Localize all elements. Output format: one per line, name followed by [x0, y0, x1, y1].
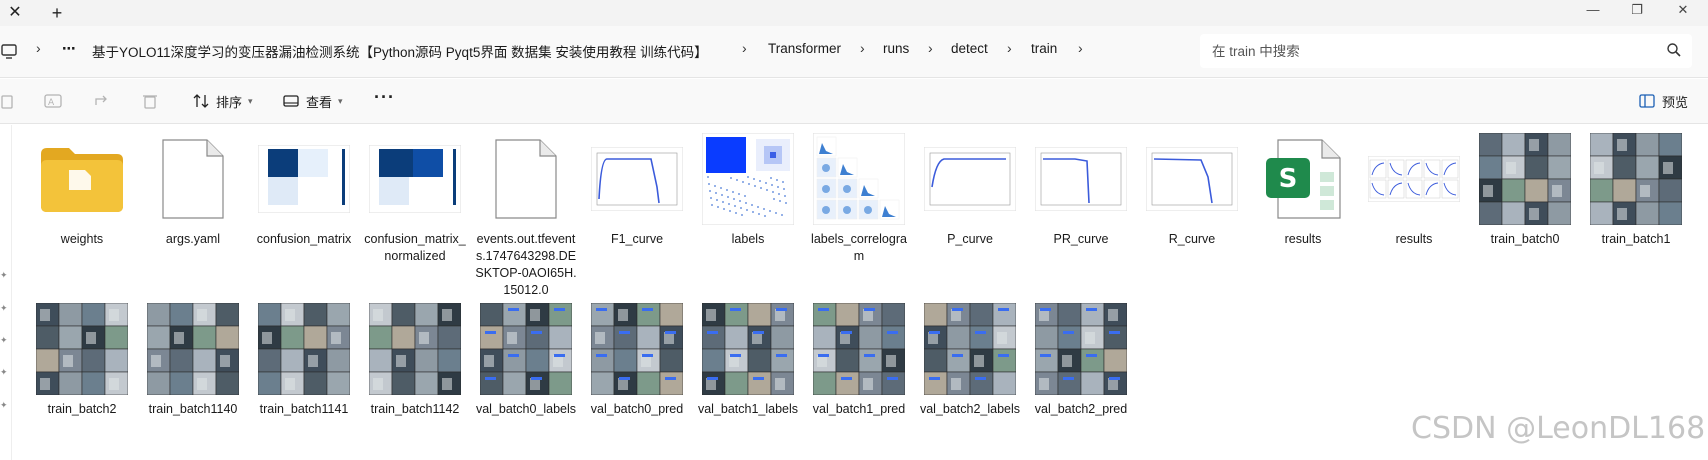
command-bar: A 排序 ▾ 查看 ▾ ··· 预览 — [0, 79, 1708, 124]
this-pc-icon[interactable] — [0, 41, 20, 61]
address-bar: › ⋯ 基于YOLO11深度学习的变压器漏油检测系统【Python源码 Pyqt… — [0, 26, 1708, 78]
photo-grid-thumbnail — [584, 301, 690, 397]
file-name: P_curve — [947, 232, 993, 246]
blank-file-icon — [473, 131, 579, 227]
file-name: val_batch2_labels — [919, 402, 1021, 416]
file-name: val_batch0_labels — [475, 402, 577, 416]
sort-icon — [193, 94, 209, 108]
window-close-icon[interactable]: ✕ — [1668, 0, 1698, 22]
breadcrumb-runs[interactable]: runs — [883, 41, 909, 56]
chevron-right-icon[interactable]: › — [1007, 40, 1012, 56]
confusion-matrix-thumbnail — [251, 131, 357, 227]
correlogram-thumbnail — [806, 131, 912, 227]
pin-icon: ✦ — [0, 335, 8, 345]
view-button[interactable]: 查看 ▾ — [282, 89, 343, 113]
file-name: confusion_matrix — [256, 232, 352, 246]
file-name: val_batch1_labels — [697, 402, 799, 416]
chevron-right-icon[interactable]: › — [928, 40, 933, 56]
watermark: CSDN @LeonDL168 — [1411, 411, 1706, 446]
search-box — [1200, 34, 1692, 68]
blank-file-icon — [140, 131, 246, 227]
breadcrumb-detect[interactable]: detect — [951, 41, 988, 56]
sort-label: 排序 — [216, 94, 243, 110]
file-name: results — [1395, 232, 1433, 246]
svg-text:S: S — [1279, 164, 1298, 194]
file-name: train_batch1142 — [370, 402, 460, 416]
breadcrumb-train[interactable]: train — [1031, 41, 1057, 56]
file-name: weights — [60, 232, 104, 246]
file-name: train_batch1141 — [259, 402, 349, 416]
file-name: events.out.tfevents.1747643298.DESKTOP-0… — [475, 232, 577, 297]
file-name: R_curve — [1168, 232, 1216, 246]
file-name: args.yaml — [165, 232, 221, 246]
photo-grid-thumbnail — [917, 301, 1023, 397]
photo-grid-thumbnail — [362, 301, 468, 397]
photo-grid-thumbnail — [473, 301, 579, 397]
file-name: labels — [731, 232, 765, 246]
curve-plot-thumbnail — [917, 131, 1023, 227]
photo-grid-thumbnail — [1028, 301, 1134, 397]
breadcrumb-project[interactable]: 基于YOLO11深度学习的变压器漏油检测系统【Python源码 Pyqt5界面 … — [92, 41, 708, 61]
results-plot-thumbnail — [1361, 131, 1467, 227]
curve-plot-thumbnail — [1139, 131, 1245, 227]
photo-grid-thumbnail — [251, 301, 357, 397]
curve-plot-thumbnail — [1028, 131, 1134, 227]
preview-pane-icon — [1639, 94, 1655, 108]
pin-icon: ✦ — [0, 270, 8, 280]
chevron-right-icon[interactable]: › — [742, 40, 747, 56]
labels-thumbnail — [695, 131, 801, 227]
restore-icon[interactable]: ❐ — [1622, 0, 1652, 22]
chevron-right-icon[interactable]: › — [860, 40, 865, 56]
photo-grid-thumbnail — [1583, 131, 1689, 227]
photo-grid-thumbnail — [1472, 131, 1578, 227]
copy-icon[interactable] — [0, 91, 20, 111]
pin-icon: ✦ — [0, 367, 8, 377]
photo-grid-thumbnail — [806, 301, 912, 397]
file-name: train_batch2 — [47, 402, 117, 416]
search-icon[interactable] — [1666, 42, 1682, 58]
file-name: results — [1284, 232, 1322, 246]
file-name: labels_correlogram — [811, 232, 907, 263]
photo-grid-thumbnail — [140, 301, 246, 397]
more-options-icon[interactable]: ··· — [374, 87, 395, 108]
file-name: val_batch1_pred — [812, 402, 906, 416]
spreadsheet-icon: S — [1250, 131, 1356, 227]
sort-button[interactable]: 排序 ▾ — [192, 89, 253, 113]
title-bar: ✕ + — ❐ ✕ — [0, 0, 1708, 26]
curve-plot-thumbnail — [584, 131, 690, 227]
view-icon — [283, 95, 299, 107]
chevron-right-icon[interactable]: › — [1078, 40, 1083, 56]
navigation-pane-edge: ✦ ✦ ✦ ✦ ✦ — [0, 125, 12, 460]
preview-label: 预览 — [1662, 94, 1689, 110]
file-name: PR_curve — [1053, 232, 1109, 246]
breadcrumb-transformer[interactable]: Transformer — [768, 41, 841, 56]
folder-icon — [29, 131, 135, 227]
share-icon[interactable] — [92, 91, 112, 111]
chevron-right-icon[interactable]: › — [36, 40, 41, 56]
chevron-down-icon: ▾ — [338, 95, 343, 106]
file-name: train_batch1140 — [148, 402, 238, 416]
delete-icon[interactable] — [140, 91, 160, 111]
pin-icon: ✦ — [0, 400, 8, 410]
photo-grid-thumbnail — [695, 301, 801, 397]
file-name: F1_curve — [610, 232, 664, 246]
breadcrumb-more-icon[interactable]: ⋯ — [62, 41, 76, 57]
preview-pane-button[interactable]: 预览 — [1638, 89, 1688, 113]
search-input[interactable] — [1212, 41, 1652, 61]
view-label: 查看 — [306, 94, 333, 110]
pin-icon: ✦ — [0, 303, 8, 313]
file-name: val_batch2_pred — [1034, 402, 1128, 416]
photo-grid-thumbnail — [29, 301, 135, 397]
minimize-icon[interactable]: — — [1578, 0, 1608, 22]
svg-text:A: A — [48, 98, 55, 108]
chevron-down-icon: ▾ — [248, 95, 253, 106]
file-name: val_batch0_pred — [590, 402, 684, 416]
file-name: train_batch1 — [1601, 232, 1671, 246]
rename-icon[interactable]: A — [43, 91, 63, 111]
confusion-matrix-thumbnail — [362, 131, 468, 227]
file-name: confusion_matrix_normalized — [364, 232, 466, 263]
new-tab-icon[interactable]: + — [46, 2, 68, 24]
close-tab-icon[interactable]: ✕ — [4, 2, 26, 24]
file-name: train_batch0 — [1490, 232, 1560, 246]
